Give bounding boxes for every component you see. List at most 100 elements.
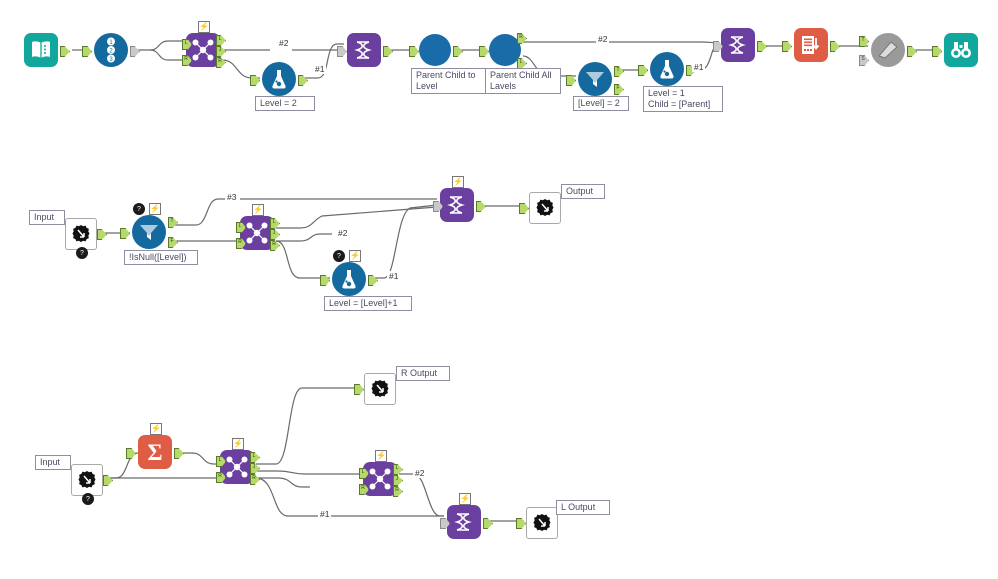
annotation-isnull-level: !IsNull([Level]) (124, 250, 198, 265)
macro-output-icon (529, 192, 561, 224)
filter-icon (132, 215, 166, 249)
annotation-parent-child-all-levels: Parent Child All Lavels (485, 68, 561, 94)
sort-icon (794, 28, 828, 62)
connection-label: #1 (387, 271, 401, 281)
join-tool-4[interactable]: ⚡ L R L J R (359, 450, 403, 497)
input-anchor[interactable] (120, 228, 130, 239)
connection-label: #1 (692, 62, 706, 72)
input-anchor[interactable] (782, 41, 792, 52)
annotation-filter-level-2: [Level] = 2 (573, 96, 629, 111)
input-anchor[interactable] (409, 46, 419, 57)
input-anchor[interactable] (320, 275, 330, 286)
formula-tool-level1-child-parent[interactable] (638, 52, 696, 86)
config-bolt-icon: ⚡ (452, 176, 464, 188)
union-tool-2[interactable] (713, 28, 767, 62)
output-anchor[interactable] (60, 46, 70, 57)
formula-icon (332, 262, 366, 296)
formula-icon (650, 52, 684, 86)
join-tool-2[interactable]: ⚡ L R L J R (236, 204, 280, 251)
union-tool-1[interactable] (337, 33, 393, 67)
input-anchor[interactable] (516, 518, 526, 529)
output-anchor[interactable] (757, 41, 767, 52)
macro-parent-child-all-levels[interactable]: R L (479, 33, 527, 69)
question-badge-icon: ? (133, 203, 145, 215)
union-icon (447, 505, 481, 539)
annotation-input-2: Input (35, 455, 71, 470)
macro-input-tool-1[interactable]: ? (65, 218, 107, 259)
macro-output-tool-l[interactable] (516, 507, 558, 539)
annotation-level-2: Level = 2 (255, 96, 315, 111)
question-badge-icon: ? (76, 247, 88, 259)
input-anchor[interactable] (354, 384, 364, 395)
question-badge-icon: ? (333, 250, 345, 262)
join-icon (363, 462, 397, 496)
filter-tool-level2[interactable]: T F (566, 62, 624, 96)
union-icon (440, 188, 474, 222)
config-bolt-icon: ⚡ (375, 450, 387, 462)
filter-tool-isnull-level[interactable]: ? ⚡ T F (120, 203, 178, 249)
annotation-r-output: R Output (396, 366, 450, 381)
output-anchor[interactable] (830, 41, 840, 52)
input-anchor[interactable] (932, 46, 942, 57)
macro-input-icon (65, 218, 97, 250)
join-tool-1[interactable]: ⚡ L R L J R (182, 21, 226, 68)
union-icon (347, 33, 381, 67)
output-anchor[interactable] (476, 201, 486, 212)
input-anchor[interactable] (566, 75, 576, 86)
connection-label: #2 (336, 228, 350, 238)
filter-icon (578, 62, 612, 96)
input-anchor[interactable] (519, 203, 529, 214)
input-anchor[interactable] (337, 46, 347, 57)
output-anchor[interactable] (483, 518, 493, 529)
config-bolt-icon: ⚡ (349, 250, 361, 262)
connection-label: #2 (596, 34, 610, 44)
union-icon (721, 28, 755, 62)
input-anchor[interactable] (82, 46, 92, 57)
question-badge-icon: ? (82, 493, 94, 505)
append-fields-icon (871, 33, 905, 67)
input-anchor[interactable] (250, 75, 260, 86)
macro-output-tool-1[interactable] (519, 192, 561, 224)
connection-label: #1 (313, 64, 327, 74)
formula-tool-level2[interactable] (250, 62, 308, 96)
output-anchor[interactable] (453, 46, 463, 57)
config-bolt-icon: ⚡ (459, 493, 471, 505)
output-anchor[interactable] (383, 46, 393, 57)
input-anchor[interactable] (479, 46, 489, 57)
browse-tool[interactable] (932, 33, 978, 67)
formula-tool-level-increment[interactable]: ? ⚡ (320, 250, 378, 296)
summarize-tool[interactable]: ⚡ Σ (126, 423, 184, 469)
output-anchor[interactable] (103, 475, 113, 486)
union-tool-4[interactable]: ⚡ (440, 493, 493, 539)
annotation-level-increment: Level = [Level]+1 (324, 296, 412, 311)
connection-label: #3 (225, 192, 239, 202)
join-icon (186, 33, 220, 67)
output-anchor[interactable] (368, 275, 378, 286)
workflow-canvas[interactable]: 123 ⚡ L R L J R R L T F T S ? ? ⚡ T F ⚡ … (0, 0, 998, 579)
append-fields-tool-disabled[interactable]: T S (859, 33, 917, 67)
annotation-l-output: L Output (556, 500, 610, 515)
connection-label: #1 (318, 509, 332, 519)
macro-icon (419, 34, 451, 66)
input-anchor[interactable] (126, 448, 136, 459)
output-anchor[interactable] (130, 46, 140, 57)
output-anchor[interactable] (907, 46, 917, 57)
join-icon (220, 450, 254, 484)
output-anchor[interactable] (174, 448, 184, 459)
input-anchor[interactable] (638, 65, 648, 76)
record-id-icon: 123 (94, 33, 128, 67)
annotation-parent-child-to-level: Parent Child to Level (411, 68, 487, 94)
macro-input-icon (71, 464, 103, 496)
union-tool-3[interactable]: ⚡ (433, 176, 486, 222)
annotation-input-1: Input (29, 210, 65, 225)
output-anchor[interactable] (298, 75, 308, 86)
directory-input-icon (24, 33, 58, 67)
directory-input-tool[interactable] (24, 33, 70, 67)
record-id-tool[interactable]: 123 (82, 33, 140, 67)
join-tool-3[interactable]: ⚡ L R L J R (216, 438, 260, 485)
macro-input-tool-2[interactable]: ? (71, 464, 113, 505)
output-anchor[interactable] (97, 229, 107, 240)
macro-parent-child-to-level[interactable] (409, 34, 463, 66)
macro-output-tool-r[interactable] (354, 373, 396, 405)
sort-tool[interactable] (782, 28, 840, 62)
